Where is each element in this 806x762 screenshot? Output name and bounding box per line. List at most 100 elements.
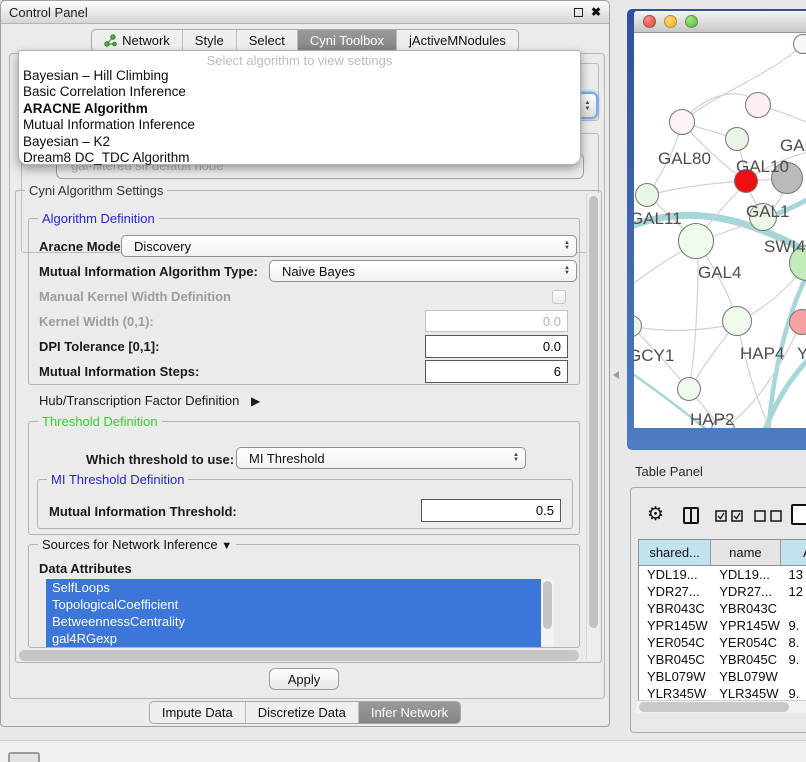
node-label: GAL4 — [698, 263, 741, 283]
network-node[interactable] — [635, 183, 659, 207]
tab-label: Impute Data — [162, 705, 233, 720]
tab-label: Style — [195, 33, 224, 48]
manual-kernel-label: Manual Kernel Width Definition — [39, 289, 231, 304]
manual-kernel-checkbox[interactable] — [552, 290, 566, 304]
table-cell: YPR145W — [639, 617, 711, 634]
table-row[interactable]: YBR045CYBR045C9. — [639, 651, 806, 668]
table-row[interactable]: YDR27...YDR27...12 — [639, 583, 806, 600]
node-label: HAP2 — [690, 410, 734, 428]
settings-vertical-scrollbar[interactable] — [586, 193, 599, 660]
which-threshold-combo[interactable]: MI Threshold ▲▼ — [236, 447, 526, 469]
apply-button[interactable]: Apply — [269, 668, 339, 690]
network-view-window: GALGAL80GAL10GAL1GAL11SWI4GAL4HAP4YGCY1H… — [627, 9, 806, 450]
table-cell — [781, 600, 806, 617]
table-row[interactable]: YBL079WYBL079W — [639, 668, 806, 685]
table-cell: YDL19... — [639, 566, 711, 583]
table-cell: YBR045C — [711, 651, 780, 668]
table-horizontal-scrollbar[interactable] — [636, 700, 806, 713]
network-node[interactable] — [678, 223, 714, 259]
network-edges — [634, 33, 806, 428]
panel-collapse-handle[interactable] — [613, 371, 619, 379]
columns-icon[interactable] — [683, 507, 699, 524]
minimize-traffic-light[interactable] — [664, 15, 677, 28]
attribute-list-item[interactable]: SelfLoops — [46, 579, 541, 596]
aracne-mode-value: Discovery — [122, 239, 191, 254]
table-cell: YBL079W — [639, 668, 711, 685]
tab-impute-data[interactable]: Impute Data — [150, 702, 246, 723]
attribute-list-item[interactable]: gal4RGexp — [46, 630, 541, 647]
gear-icon[interactable]: ⚙ — [647, 501, 664, 529]
network-node[interactable] — [669, 109, 695, 135]
tab-select[interactable]: Select — [237, 30, 298, 51]
sources-group-title[interactable]: Sources for Network Inference ▼ — [38, 537, 236, 552]
table-cell: 12 — [781, 583, 806, 600]
attr-items-container: SelfLoopsTopologicalCoefficientBetweenne… — [46, 579, 554, 647]
network-node[interactable] — [745, 92, 771, 118]
table-cell: YDL19... — [711, 566, 780, 583]
node-label: GAL11 — [634, 209, 682, 229]
table-cell: 9. — [781, 651, 806, 668]
document-icon[interactable] — [791, 504, 806, 525]
tab-label: Select — [249, 33, 285, 48]
attributes-scrollbar[interactable] — [541, 579, 554, 647]
table-cell: YBR043C — [639, 600, 711, 617]
aracne-mode-combo[interactable]: Discovery ▲▼ — [121, 235, 577, 257]
close-traffic-light[interactable] — [643, 15, 656, 28]
column-header-partial[interactable]: A — [781, 540, 806, 565]
node-label: GAL80 — [658, 149, 711, 169]
mi-steps-field[interactable]: 6 — [425, 360, 568, 383]
algorithm-option[interactable]: Basic Correlation Inference — [19, 84, 580, 100]
algorithm-option[interactable]: Bayesian – Hill Climbing — [19, 68, 580, 84]
unchecked-pair-icon[interactable] — [754, 510, 784, 525]
settings-group-title: Cyni Algorithm Settings — [25, 183, 167, 198]
tab-infer-network[interactable]: Infer Network — [359, 702, 460, 723]
zoom-traffic-light[interactable] — [685, 15, 698, 28]
algorithm-popup-prompt: Select algorithm to view settings — [19, 53, 580, 68]
table-row[interactable]: YPR145WYPR145W9. — [639, 617, 806, 634]
tab-label: jActiveMNodules — [409, 33, 506, 48]
chevron-right-icon: ▶ — [251, 394, 260, 408]
network-node[interactable] — [725, 127, 749, 151]
algorithm-option[interactable]: Mutual Information Inference — [19, 117, 580, 133]
network-icon — [104, 34, 117, 47]
table-cell — [781, 668, 806, 685]
table-cell: YER054C — [711, 634, 780, 651]
dpi-tolerance-field[interactable]: 0.0 — [425, 335, 568, 358]
network-node[interactable] — [722, 306, 752, 336]
control-panel-tabs: Network Style Select Cyni Toolbox jActiv… — [1, 29, 609, 52]
column-header-name[interactable]: name — [711, 540, 780, 565]
mi-algorithm-type-combo[interactable]: Naive Bayes ▲▼ — [269, 260, 577, 282]
algorithm-option[interactable]: Bayesian – K2 — [19, 134, 580, 150]
table-row[interactable]: YDL19...YDL19...13 — [639, 566, 806, 583]
network-node[interactable] — [793, 34, 806, 54]
float-window-icon[interactable] — [574, 8, 583, 17]
tab-cyni-toolbox[interactable]: Cyni Toolbox — [298, 30, 397, 51]
bottom-left-button[interactable] — [8, 752, 40, 762]
hub-definition-toggle[interactable]: Hub/Transcription Factor Definition ▶ — [39, 393, 260, 408]
which-threshold-label: Which threshold to use: — [86, 452, 234, 467]
tab-network[interactable]: Network — [92, 30, 183, 51]
algorithm-option[interactable]: ARACNE Algorithm — [19, 101, 580, 117]
mi-threshold-field[interactable]: 0.5 — [421, 499, 561, 522]
attribute-list-item[interactable]: BetweennessCentrality — [46, 613, 541, 630]
mi-steps-label: Mutual Information Steps: — [39, 364, 199, 379]
table-row[interactable]: YBR043CYBR043C — [639, 600, 806, 617]
tab-jactivemnodules[interactable]: jActiveMNodules — [397, 30, 518, 51]
checked-pair-icon[interactable] — [715, 510, 745, 525]
bottom-strip — [0, 740, 806, 762]
algorithm-option[interactable]: Dream8 DC_TDC Algorithm — [19, 150, 580, 166]
attribute-list-item[interactable]: TopologicalCoefficient — [46, 596, 541, 613]
network-node[interactable] — [677, 377, 701, 401]
column-header-shared[interactable]: shared... — [639, 540, 711, 565]
close-icon[interactable]: ✖ — [591, 6, 601, 18]
table-row[interactable]: YER054CYER054C8. — [639, 634, 806, 651]
mi-algorithm-type-label: Mutual Information Algorithm Type: — [39, 264, 258, 279]
kernel-width-field[interactable]: 0.0 — [425, 310, 568, 332]
tab-style[interactable]: Style — [183, 30, 237, 51]
settings-horizontal-scrollbar[interactable] — [19, 650, 579, 661]
tab-discretize-data[interactable]: Discretize Data — [246, 702, 359, 723]
table-cell: 13 — [781, 566, 806, 583]
mi-threshold-group-title: MI Threshold Definition — [47, 472, 188, 487]
mi-threshold-label: Mutual Information Threshold: — [49, 504, 237, 519]
network-canvas[interactable]: GALGAL80GAL10GAL1GAL11SWI4GAL4HAP4YGCY1H… — [634, 33, 806, 428]
